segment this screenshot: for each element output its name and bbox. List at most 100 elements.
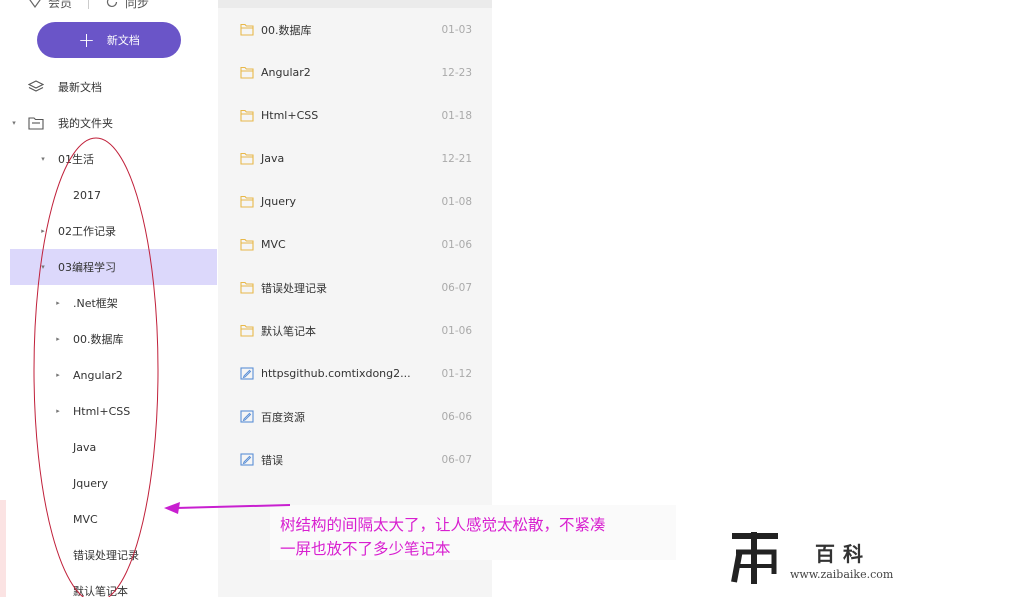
- tree-item-label: 错误处理记录: [73, 549, 139, 562]
- folder-icon: [240, 109, 254, 122]
- tree-item-label: 01生活: [58, 153, 94, 166]
- sidebar-top-bar: 会员 同步: [28, 0, 149, 12]
- list-item-date: 12-21: [441, 152, 472, 165]
- folder-icon: [240, 66, 254, 79]
- list-item-note[interactable]: httpsgithub.comtixdong2... 01-12: [218, 352, 492, 395]
- plus-icon: +: [78, 28, 95, 52]
- list-item-date: 12-23: [441, 66, 472, 79]
- watermark-logo: [731, 532, 778, 584]
- list-item-date: 01-06: [441, 324, 472, 337]
- chevron-down-icon[interactable]: ▾: [39, 263, 47, 271]
- note-icon: [240, 410, 254, 423]
- layers-icon: [28, 80, 44, 92]
- list-item-date: 01-12: [441, 367, 472, 380]
- tree-item-label: Java: [73, 440, 97, 454]
- app-window: 会员 同步 + 新文档 最新文档 ▾ 我的文件夹 ▾ 01生活 2017 ▸ 0…: [0, 0, 1017, 597]
- list-item-date: 01-18: [441, 109, 472, 122]
- new-document-label: 新文档: [106, 34, 140, 47]
- list-item-folder[interactable]: MVC 01-06: [218, 223, 492, 266]
- tree-item-label: 03编程学习: [58, 261, 116, 274]
- list-item-name: 错误: [261, 453, 283, 467]
- annotation-line-2: 一屏也放不了多少笔记本: [280, 540, 451, 558]
- sync-button[interactable]: 同步: [105, 0, 149, 11]
- list-item-name: Jquery: [261, 195, 296, 208]
- list-item-name: httpsgithub.comtixdong2...: [261, 367, 411, 380]
- tree-item-label: 02工作记录: [58, 225, 116, 238]
- tree-item-folder[interactable]: 2017: [0, 177, 218, 213]
- tree-item-folder[interactable]: ▸ Angular2: [0, 357, 218, 393]
- folder-outline-icon: [28, 117, 44, 130]
- list-item-date: 01-08: [441, 195, 472, 208]
- tree-item-recent[interactable]: 最新文档: [0, 69, 218, 105]
- list-item-folder[interactable]: 00.数据库 01-03: [218, 8, 492, 51]
- annotation-text: 树结构的间隔太大了，让人感觉太松散，不紧凑 一屏也放不了多少笔记本: [280, 513, 675, 561]
- list-item-date: 06-06: [441, 410, 472, 423]
- tree-item-folder[interactable]: ▸ Html+CSS: [0, 393, 218, 429]
- list-item-note[interactable]: 百度资源 06-06: [218, 395, 492, 438]
- chevron-down-icon[interactable]: ▾: [39, 155, 47, 163]
- tree-item-folder[interactable]: 默认笔记本: [0, 573, 218, 597]
- chevron-right-icon[interactable]: ▸: [39, 227, 47, 235]
- list-item-name: 00.数据库: [261, 23, 312, 37]
- folder-icon: [240, 152, 254, 165]
- tree-item-label: Jquery: [73, 476, 108, 490]
- topbar-divider: [88, 0, 90, 9]
- list-item-note[interactable]: 错误 06-07: [218, 438, 492, 481]
- chevron-right-icon[interactable]: ▸: [54, 335, 62, 343]
- tree-item-folder[interactable]: ▸ .Net框架: [0, 285, 218, 321]
- diamond-icon: [29, 0, 41, 9]
- list-item-folder[interactable]: 错误处理记录 06-07: [218, 266, 492, 309]
- tree-item-folder[interactable]: Jquery: [0, 465, 218, 501]
- chevron-right-icon[interactable]: ▸: [54, 371, 62, 379]
- folder-icon: [240, 238, 254, 251]
- tree-item-label: 我的文件夹: [58, 117, 113, 130]
- folder-icon: [240, 324, 254, 337]
- tree-item-label: 默认笔记本: [73, 585, 128, 597]
- chevron-right-icon[interactable]: ▸: [54, 299, 62, 307]
- folder-icon: [240, 281, 254, 294]
- list-item-name: 百度资源: [261, 410, 305, 424]
- list-top-strip: [218, 0, 492, 8]
- tree-item-folder[interactable]: ▸ 02工作记录: [0, 213, 218, 249]
- list-item-folder[interactable]: Java 12-21: [218, 137, 492, 180]
- tree-item-folder[interactable]: 错误处理记录: [0, 537, 218, 573]
- tree-item-folder-selected[interactable]: ▾ 03编程学习: [10, 249, 217, 285]
- new-document-button[interactable]: + 新文档: [37, 22, 181, 58]
- tree-item-label: .Net框架: [73, 297, 118, 310]
- list-item-folder[interactable]: 默认笔记本 01-06: [218, 309, 492, 352]
- tree-item-label: 最新文档: [58, 81, 102, 94]
- tree-item-my-folders[interactable]: ▾ 我的文件夹: [0, 105, 218, 141]
- list-item-folder[interactable]: Html+CSS 01-18: [218, 94, 492, 137]
- tree-item-folder[interactable]: MVC: [0, 501, 218, 537]
- watermark: 百科 www.zaibaike.com: [724, 520, 924, 590]
- folder-icon: [240, 195, 254, 208]
- vip-button[interactable]: 会员: [28, 0, 72, 11]
- note-icon: [240, 453, 254, 466]
- list-item-date: 01-06: [441, 238, 472, 251]
- chevron-right-icon[interactable]: ▸: [54, 407, 62, 415]
- tree-item-label: Html+CSS: [73, 404, 131, 418]
- annotation-line-1: 树结构的间隔太大了，让人感觉太松散，不紧凑: [280, 516, 606, 534]
- tree-item-label: 00.数据库: [73, 333, 124, 346]
- tree-item-folder[interactable]: ▸ 00.数据库: [0, 321, 218, 357]
- list-item-folder[interactable]: Angular2 12-23: [218, 51, 492, 94]
- list-item-name: MVC: [261, 238, 286, 251]
- list-item-name: Html+CSS: [261, 109, 319, 122]
- sync-label: 同步: [125, 0, 150, 10]
- folder-icon: [240, 23, 254, 36]
- watermark-url: www.zaibaike.com: [790, 568, 894, 581]
- tree-item-folder[interactable]: ▾ 01生活: [0, 141, 218, 177]
- list-item-name: 错误处理记录: [261, 281, 327, 295]
- note-icon: [240, 367, 254, 380]
- list-item-folder[interactable]: Jquery 01-08: [218, 180, 492, 223]
- chevron-down-icon[interactable]: ▾: [10, 119, 18, 127]
- vip-label: 会员: [48, 0, 73, 10]
- list-item-name: Java: [261, 152, 285, 165]
- tree-item-folder[interactable]: Java: [0, 429, 218, 465]
- tree-item-label: 2017: [73, 188, 101, 202]
- tree-item-label: Angular2: [73, 368, 123, 382]
- list-item-date: 06-07: [441, 453, 472, 466]
- watermark-brand: 百科: [815, 542, 871, 566]
- list-item-date: 06-07: [441, 281, 472, 294]
- sidebar: 会员 同步 + 新文档 最新文档 ▾ 我的文件夹 ▾ 01生活 2017 ▸ 0…: [0, 0, 218, 597]
